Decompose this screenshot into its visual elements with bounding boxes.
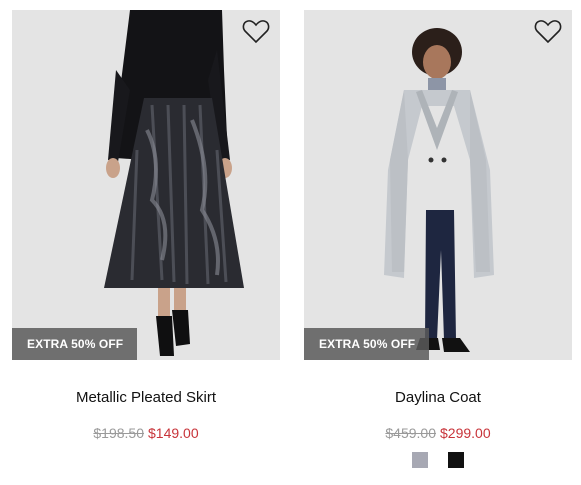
- sale-price: $299.00: [440, 425, 491, 441]
- color-swatch-light-grey[interactable]: [412, 452, 428, 468]
- product-card-metallic-pleated-skirt[interactable]: EXTRA 50% OFF Metallic Pleated Skirt $19…: [12, 0, 280, 441]
- discount-badge: EXTRA 50% OFF: [12, 328, 138, 360]
- product-image[interactable]: EXTRA 50% OFF: [304, 10, 572, 360]
- wishlist-heart-icon[interactable]: [242, 18, 270, 44]
- product-name[interactable]: Daylina Coat: [304, 389, 572, 406]
- color-swatches: [304, 452, 572, 468]
- product-photo-coat: [304, 10, 572, 360]
- product-card-daylina-coat[interactable]: EXTRA 50% OFF Daylina Coat $459.00 $299.0…: [304, 0, 572, 468]
- wishlist-heart-icon[interactable]: [534, 18, 562, 44]
- color-swatch-black[interactable]: [448, 452, 464, 468]
- product-name[interactable]: Metallic Pleated Skirt: [12, 389, 280, 406]
- original-price: $198.50: [93, 425, 144, 441]
- product-photo-skirt: [12, 10, 280, 360]
- discount-badge: EXTRA 50% OFF: [304, 328, 430, 360]
- sale-price: $149.00: [148, 425, 199, 441]
- product-price: $459.00 $299.00: [304, 425, 572, 441]
- product-price: $198.50 $149.00: [12, 425, 280, 441]
- original-price: $459.00: [385, 425, 436, 441]
- product-image[interactable]: EXTRA 50% OFF: [12, 10, 280, 360]
